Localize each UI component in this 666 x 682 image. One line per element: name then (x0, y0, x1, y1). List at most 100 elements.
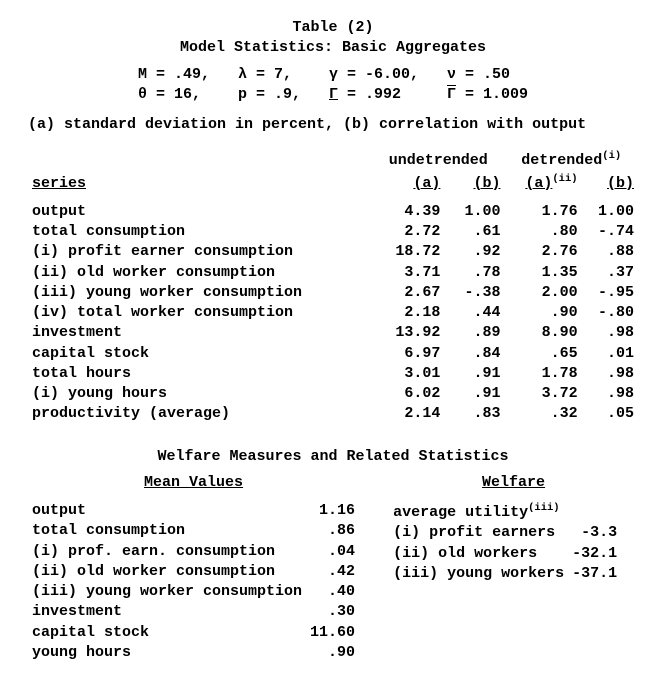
table-row: total consumption2.72.61.80-.74 (28, 222, 638, 242)
series-label: total hours (28, 364, 372, 384)
mv-label: (ii) old worker consumption (28, 562, 306, 582)
mean-values-table: output1.16total consumption.86(i) prof. … (28, 501, 359, 663)
series-label: total consumption (28, 222, 372, 242)
cell-b: .84 (444, 344, 504, 364)
mv-label: capital stock (28, 623, 306, 643)
cell-db: .05 (582, 404, 638, 424)
cell-da: 3.72 (504, 384, 581, 404)
mv-label: output (28, 501, 306, 521)
head-b2: (b) (582, 172, 638, 194)
param-M: M = .49, (138, 65, 210, 85)
cell-da: 2.00 (504, 283, 581, 303)
cell-a: 2.72 (372, 222, 444, 242)
table-row: investment13.92.898.90.98 (28, 323, 638, 343)
param-Gamma-under: Γ = .992 (329, 85, 401, 105)
table-number: Table (2) (28, 18, 638, 38)
mv-value: 1.16 (306, 501, 359, 521)
column-note: (a) standard deviation in percent, (b) c… (28, 115, 638, 135)
mv-label: (iii) young worker consumption (28, 582, 306, 602)
w-val-old: -32.1 (568, 544, 621, 564)
head-series: series (28, 172, 372, 194)
mv-value: .42 (306, 562, 359, 582)
table-row: output4.391.001.761.00 (28, 202, 638, 222)
cell-db: .98 (582, 323, 638, 343)
series-label: output (28, 202, 372, 222)
param-Gamma-bar: Γ = 1.009 (447, 85, 528, 105)
param-nu: ν = .50 (447, 65, 510, 85)
cell-da: 1.35 (504, 263, 581, 283)
cell-db: .88 (582, 242, 638, 262)
welfare-title: Welfare Measures and Related Statistics (28, 447, 638, 467)
cell-b: -.38 (444, 283, 504, 303)
cell-db: -.74 (582, 222, 638, 242)
table-row: total consumption.86 (28, 521, 359, 541)
table-row: capital stock11.60 (28, 623, 359, 643)
cell-db: .98 (582, 384, 638, 404)
table-row: capital stock6.97.84.65.01 (28, 344, 638, 364)
cell-b: .91 (444, 384, 504, 404)
table-row: productivity (average)2.14.83.32.05 (28, 404, 638, 424)
cell-a: 3.71 (372, 263, 444, 283)
cell-db: -.80 (582, 303, 638, 323)
cell-b: .89 (444, 323, 504, 343)
welfare-head: Welfare (389, 473, 638, 493)
mv-value: .30 (306, 602, 359, 622)
mv-value: .40 (306, 582, 359, 602)
cell-a: 6.02 (372, 384, 444, 404)
series-label: (iv) total worker consumption (28, 303, 372, 323)
table-row: (ii) old worker consumption3.71.781.35.3… (28, 263, 638, 283)
cell-a: 6.97 (372, 344, 444, 364)
welfare-table: average utility(iii) (i) profit earners-… (389, 501, 621, 584)
mv-label: total consumption (28, 521, 306, 541)
param-p: p = .9, (238, 85, 301, 105)
w-row-profit: (i) profit earners (389, 523, 568, 543)
cell-b: .61 (444, 222, 504, 242)
cell-b: 1.00 (444, 202, 504, 222)
head-b: (b) (444, 172, 504, 194)
cell-db: .37 (582, 263, 638, 283)
table-row: investment.30 (28, 602, 359, 622)
cell-b: .83 (444, 404, 504, 424)
mean-values-head: Mean Values (28, 473, 359, 493)
table-row: (i) young hours6.02.913.72.98 (28, 384, 638, 404)
cell-a: 4.39 (372, 202, 444, 222)
series-label: productivity (average) (28, 404, 372, 424)
cell-db: .98 (582, 364, 638, 384)
cell-b: .78 (444, 263, 504, 283)
mv-value: .90 (306, 643, 359, 663)
mv-label: (i) prof. earn. consumption (28, 542, 306, 562)
table-title: Model Statistics: Basic Aggregates (28, 38, 638, 58)
head-undetrended: undetrended (372, 149, 504, 171)
table-row: (iii) young worker consumption2.67-.382.… (28, 283, 638, 303)
series-label: capital stock (28, 344, 372, 364)
series-label: (iii) young worker consumption (28, 283, 372, 303)
cell-da: 1.76 (504, 202, 581, 222)
cell-da: 2.76 (504, 242, 581, 262)
series-label: (i) profit earner consumption (28, 242, 372, 262)
table-row: output1.16 (28, 501, 359, 521)
mv-label: investment (28, 602, 306, 622)
cell-a: 13.92 (372, 323, 444, 343)
param-gamma: γ = -6.00, (329, 65, 419, 85)
mv-value: .86 (306, 521, 359, 541)
param-lambda: λ = 7, (238, 65, 292, 85)
table-row: total hours3.01.911.78.98 (28, 364, 638, 384)
cell-db: 1.00 (582, 202, 638, 222)
series-label: investment (28, 323, 372, 343)
avg-utility: average utility(iii) (389, 501, 621, 523)
cell-a: 18.72 (372, 242, 444, 262)
mv-value: .04 (306, 542, 359, 562)
table-row: (iii) young worker consumption.40 (28, 582, 359, 602)
table-row: (iv) total worker consumption2.18.44.90-… (28, 303, 638, 323)
mv-value: 11.60 (306, 623, 359, 643)
head-a2: (a)(ii) (504, 172, 581, 194)
cell-da: 8.90 (504, 323, 581, 343)
series-label: (i) young hours (28, 384, 372, 404)
w-val-profit: -3.3 (568, 523, 621, 543)
cell-a: 2.14 (372, 404, 444, 424)
head-a: (a) (372, 172, 444, 194)
cell-da: .32 (504, 404, 581, 424)
table-row: (ii) old worker consumption.42 (28, 562, 359, 582)
head-detrended: detrended(i) (504, 149, 638, 171)
cell-a: 3.01 (372, 364, 444, 384)
